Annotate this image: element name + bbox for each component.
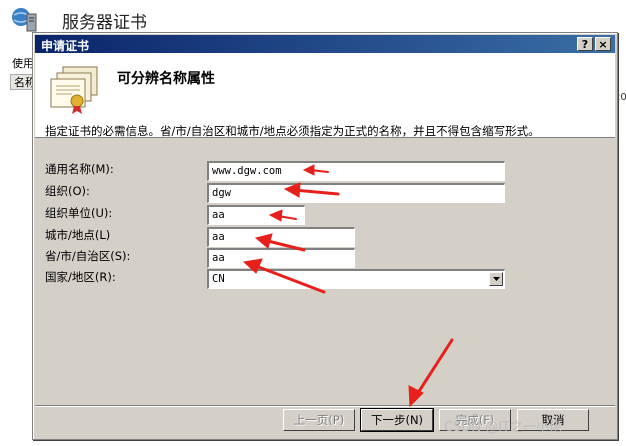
dropdown-arrow-icon[interactable]: [489, 272, 503, 286]
country-select-value: CN: [212, 273, 225, 285]
dialog-title: 申请证书: [41, 39, 90, 53]
organization-label: 组织(O):: [45, 184, 90, 198]
state-field[interactable]: aa: [207, 248, 355, 268]
prev-button[interactable]: 上一页(P): [283, 409, 355, 431]
background-title: 服务器证书: [62, 13, 147, 33]
certificate-icon: [50, 66, 98, 114]
instruction-text: 指定证书的必需信息。省/市/自治区和城市/地点必须指定为正式的名称，并且不得包含…: [45, 124, 540, 138]
city-field[interactable]: aa: [207, 227, 355, 247]
footer-separator: [35, 405, 615, 407]
common-name-field[interactable]: www.dgw.com: [207, 161, 505, 181]
server-globe-icon: [12, 8, 37, 32]
close-button[interactable]: ×: [595, 37, 611, 51]
request-certificate-dialog: 申请证书 ? × 可分辨名称属性 指定证书的必需信息。省/市/自治区和城市/地点…: [32, 32, 618, 440]
country-label: 国家/地区(R):: [45, 270, 116, 284]
organization-field[interactable]: dgw: [207, 183, 505, 203]
watermark: CSDN @IT之一小佬: [444, 420, 562, 435]
dialog-titlebar[interactable]: 申请证书 ? ×: [35, 35, 615, 53]
background-use-label: 使用: [12, 57, 34, 70]
help-button[interactable]: ?: [577, 37, 593, 51]
common-name-label: 通用名称(M):: [45, 162, 114, 176]
next-button[interactable]: 下一步(N): [360, 408, 434, 432]
org-unit-field[interactable]: aa: [207, 205, 305, 225]
org-unit-label: 组织单位(U):: [45, 206, 113, 220]
header-title: 可分辨名称属性: [117, 71, 215, 87]
city-label: 城市/地点(L): [45, 228, 111, 242]
country-select[interactable]: CN: [207, 269, 505, 289]
state-label: 省/市/自治区(S):: [45, 249, 131, 263]
